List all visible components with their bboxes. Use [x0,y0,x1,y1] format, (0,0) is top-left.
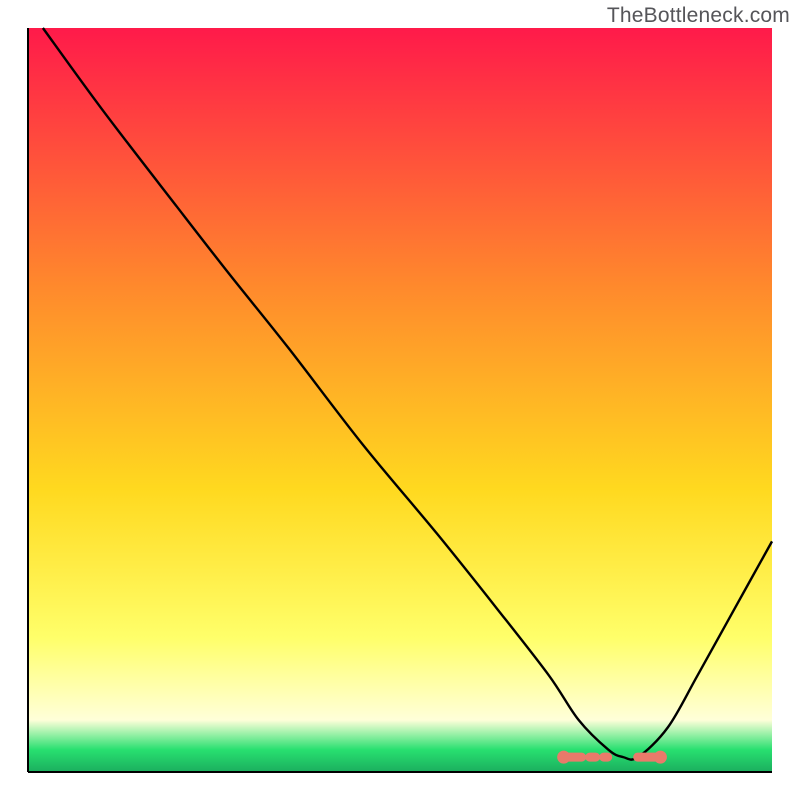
watermark-text: TheBottleneck.com [607,4,790,28]
plot-background [28,28,772,772]
bottleneck-chart [0,0,800,800]
